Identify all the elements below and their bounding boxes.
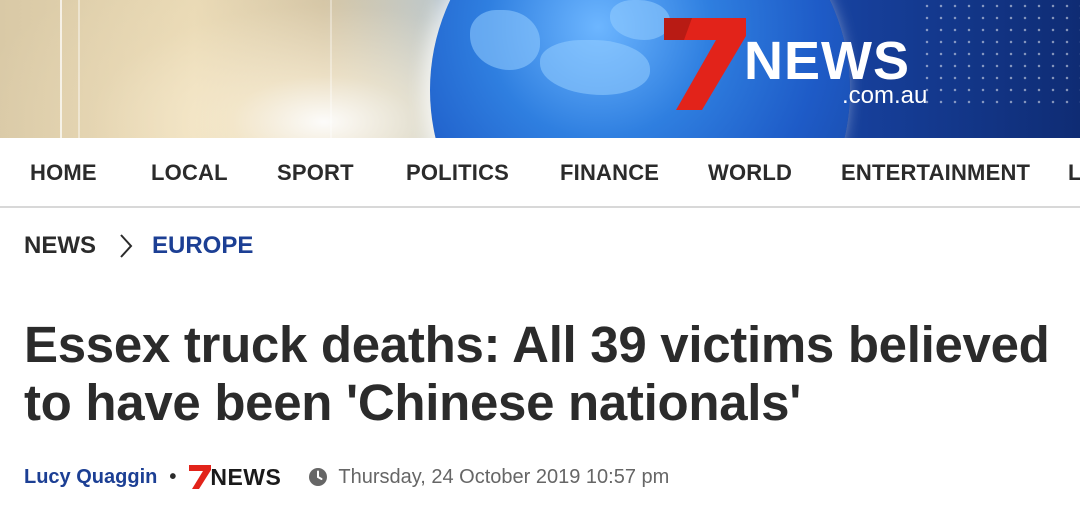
article-byline: Lucy Quaggin • NEWS Thursday, 24 October… xyxy=(24,462,669,492)
banner-light-streak xyxy=(330,0,332,138)
banner-light-haze xyxy=(0,0,480,138)
seven-mark-icon xyxy=(189,465,212,489)
logo-domain: .com.au xyxy=(842,82,928,109)
breadcrumb: NEWS EUROPE xyxy=(24,230,253,262)
main-nav: HOME LOCAL SPORT POLITICS FINANCE WORLD … xyxy=(0,138,1080,208)
nav-item-world[interactable]: WORLD xyxy=(708,160,792,186)
byline-separator: • xyxy=(169,465,177,488)
7news-source-logo: NEWS xyxy=(188,464,300,490)
nav-item-local[interactable]: LOCAL xyxy=(151,160,228,186)
banner-light-streak xyxy=(78,0,80,138)
source-logo-wordmark: NEWS xyxy=(210,464,282,490)
nav-item-finance[interactable]: FINANCE xyxy=(560,160,659,186)
publish-timestamp: Thursday, 24 October 2019 10:57 pm xyxy=(338,465,670,488)
banner-light-streak xyxy=(60,0,62,138)
nav-item-politics[interactable]: POLITICS xyxy=(406,160,509,186)
7news-logo[interactable]: NEWS .com.au xyxy=(662,14,962,114)
site-banner: NEWS .com.au xyxy=(0,0,1080,138)
breadcrumb-news-link[interactable]: NEWS xyxy=(24,232,96,260)
article-headline: Essex truck deaths: All 39 victims belie… xyxy=(24,316,1050,431)
clock-icon xyxy=(309,468,328,486)
nav-item-entertainment[interactable]: ENTERTAINMENT xyxy=(841,160,1030,186)
seven-mark-icon xyxy=(664,18,746,110)
author-link[interactable]: Lucy Quaggin xyxy=(24,466,157,489)
nav-item-home[interactable]: HOME xyxy=(30,160,97,186)
nav-item-overflow[interactable]: L xyxy=(1068,160,1080,186)
breadcrumb-europe-link[interactable]: EUROPE xyxy=(152,232,253,260)
chevron-right-icon xyxy=(120,234,133,258)
logo-wordmark: NEWS xyxy=(744,31,910,91)
nav-item-sport[interactable]: SPORT xyxy=(277,160,354,186)
